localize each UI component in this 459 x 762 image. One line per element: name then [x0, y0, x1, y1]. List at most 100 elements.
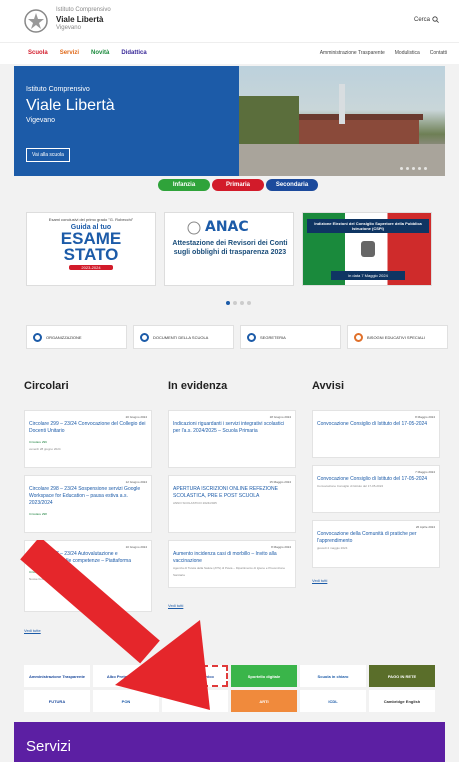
banner-pago-in-rete[interactable]: PAGO IN RETE [369, 665, 435, 687]
republic-emblem-icon [361, 241, 375, 257]
main-nav: Scuola Servizi Novità Didattica Amministraz… [0, 42, 459, 64]
item-date: 12 Giugno 2024 [125, 480, 147, 484]
card-anac[interactable]: ANAC Attestazione dei Revisori dei Conti… [164, 212, 294, 286]
item-date: 20 Giugno 2024 [125, 415, 147, 419]
shortcut-label: ORGANIZZAZIONE [46, 334, 82, 340]
shortcut-2[interactable]: SEGRETERIA [240, 325, 341, 349]
school-title: Viale Libertà [56, 15, 104, 24]
featured-carousel: Esami conclusivi del primo grado "G. Rob… [26, 212, 436, 292]
circolari-item[interactable]: 12 Giugno 2024 Circolare 298 – 23/24 Sosp… [24, 475, 152, 533]
card3-head: Indizione Elezioni del Consiglio Superio… [307, 219, 429, 233]
avvisi-item[interactable]: 26 Aprile 2024 Convocazione della Comunit… [312, 520, 440, 568]
banner-arti[interactable]: ARTI [231, 690, 297, 712]
banner-sportello-digitale[interactable]: Sportello digitale [231, 665, 297, 687]
carousel-dots[interactable] [226, 301, 251, 305]
avvisi-item[interactable]: 8 Maggio 2024 Convocazione Consiglio di I… [312, 410, 440, 458]
search-button[interactable]: Cerca [414, 16, 439, 23]
banner-pon[interactable]: PON [93, 690, 159, 712]
shortcut-icon [247, 332, 256, 342]
card1-year: 2023-2024 [69, 265, 113, 270]
school-subtitle: Istituto Comprensivo [56, 7, 111, 13]
item-date: 10 Giugno 2024 [125, 545, 147, 549]
anac-logo: ANAC [205, 219, 249, 235]
avvisi-title: Avvisi [312, 380, 345, 392]
hero-line1: Istituto Comprensivo [26, 86, 90, 93]
shortcut-3[interactable]: BISOGNI EDUCATIVI SPECIALI [347, 325, 448, 349]
evidenza-all-link[interactable]: Vedi tutti [168, 603, 183, 608]
banner-futura[interactable]: FUTURA [24, 690, 90, 712]
shortcut-1[interactable]: DOCUMENTI DELLA SCUOLA [133, 325, 234, 349]
anac-emblem-icon [187, 221, 201, 235]
item-date: 26 Aprile 2024 [415, 525, 435, 529]
circolari-item[interactable]: 20 Giugno 2024 Circolare 299 – 23/24 Conv… [24, 410, 152, 468]
shortcut-label: BISOGNI EDUCATIVI SPECIALI [367, 334, 425, 340]
shortcut-icon [140, 332, 149, 342]
evidenza-item[interactable]: 18 Giugno 2024 Indicazioni riguardanti i … [168, 410, 296, 468]
item-date: 8 Maggio 2024 [415, 415, 435, 419]
nav-item-didattica[interactable]: Didattica [121, 50, 146, 56]
item-title: Circolare 298 – 23/24 Sospensione serviz… [29, 486, 141, 506]
shortcut-0[interactable]: ORGANIZZAZIONE [26, 325, 127, 349]
nav-item-scuola[interactable]: Scuola [28, 50, 48, 56]
evidenza-item[interactable]: 15 Maggio 2024 APERTURA ISCRIZIONI ONLINE… [168, 475, 296, 533]
nav-item-novità[interactable]: Novità [91, 50, 109, 56]
banner-cambridge-english[interactable]: Cambridge English [369, 690, 435, 712]
item-tag: Circolare 298 [29, 512, 47, 516]
school-name[interactable]: Istituto Comprensivo Viale Libertà Vigev… [56, 6, 111, 33]
item-title: Aumento incidenza casi di morbillo – Inv… [173, 551, 277, 564]
circolari-all-link[interactable]: Vedi tutte [24, 628, 41, 633]
level-primaria-button[interactable]: Primaria [212, 179, 264, 191]
item-title: Circolare 297 – 23/24 Autovalutazione e … [29, 551, 131, 564]
level-infanzia-button[interactable]: Infanzia [158, 179, 210, 191]
school-city: Vigevano [56, 25, 81, 31]
item-date: 7 Maggio 2024 [415, 470, 435, 474]
services-title: Servizi [26, 738, 72, 755]
circolari-title: Circolari [24, 380, 69, 392]
level-secondaria-button[interactable]: Secondaria [266, 179, 318, 191]
search-icon [432, 16, 439, 23]
card-esame-stato[interactable]: Esami conclusivi del primo grado "G. Rob… [26, 212, 156, 286]
card2-text: Attestazione dei Revisori dei Conti sugl… [172, 240, 288, 256]
republic-emblem-icon [24, 9, 48, 33]
item-meta: Agenzia di Tutela della Salute (ATS) di … [173, 566, 286, 577]
avvisi-all-link[interactable]: Vedi tutti [312, 578, 327, 583]
banner-italia-2030[interactable]: ITALIA 2030 [162, 690, 228, 712]
card1-big2: STATO [63, 245, 119, 264]
item-tag: Circolare 297 [29, 570, 47, 574]
item-date: 8 Maggio 2024 [271, 545, 291, 549]
nav-item-servizi[interactable]: Servizi [60, 50, 79, 56]
school-building-photo [239, 66, 445, 176]
evidenza-title: In evidenza [168, 380, 228, 392]
circolari-item[interactable]: 10 Giugno 2024 Circolare 297 – 23/24 Auto… [24, 540, 152, 612]
shortcut-label: SEGRETERIA [260, 334, 286, 340]
avvisi-item[interactable]: 7 Maggio 2024 Convocazione Consiglio di I… [312, 465, 440, 513]
banner-icdl[interactable]: ICDL [300, 690, 366, 712]
item-title: Convocazione della Comunità di pratiche … [317, 531, 417, 544]
hero-button[interactable]: Vai alla scuola [26, 148, 70, 162]
item-title: Convocazione Consiglio di Istituto del 1… [317, 476, 428, 482]
banner-amministrazione-trasparente[interactable]: Amministrazione Trasparente [24, 665, 90, 687]
school-levels: Infanzia Primaria Secondaria [158, 179, 318, 191]
nav-secondary-2[interactable]: Contatti [430, 50, 447, 56]
item-title: Indicazioni riguardanti i servizi integr… [173, 421, 285, 434]
item-title: APERTURA ISCRIZIONI ONLINE REFEZIONE SCO… [173, 486, 278, 499]
item-meta: Nuove funzionalità per giugno 2024 [29, 577, 77, 581]
site-header: Istituto Comprensivo Viale Libertà Vigev… [0, 0, 459, 42]
banner-scuola-in-chiaro[interactable]: Scuola in chiaro [300, 665, 366, 687]
hero-carousel-dots[interactable] [400, 167, 427, 170]
banner-registro-elettronico[interactable]: Registro elettronico [162, 665, 228, 687]
card-cspi[interactable]: Indizione Elezioni del Consiglio Superio… [302, 212, 432, 286]
nav-secondary-0[interactable]: Amministrazione Trasparente [320, 50, 385, 56]
service-banners: Amministrazione Trasparente Albo Pretorio… [24, 665, 436, 715]
banner-albo-pretorio-online[interactable]: Albo Pretorio online [93, 665, 159, 687]
nav-secondary-1[interactable]: Modulistica [395, 50, 420, 56]
item-title: Circolare 299 – 23/24 Convocazione del C… [29, 421, 146, 434]
card3-date: in data 7 Maggio 2024 [331, 271, 405, 280]
services-section: Servizi [14, 722, 445, 762]
item-date: 18 Giugno 2024 [269, 415, 291, 419]
evidenza-item[interactable]: 8 Maggio 2024 Aumento incidenza casi di m… [168, 540, 296, 588]
shortcut-label: DOCUMENTI DELLA SCUOLA [153, 334, 209, 340]
item-meta: Convocazione Consiglio di Istituto del 1… [317, 484, 384, 488]
item-title: Convocazione Consiglio di Istituto del 1… [317, 421, 428, 427]
shortcut-icon [354, 332, 363, 342]
